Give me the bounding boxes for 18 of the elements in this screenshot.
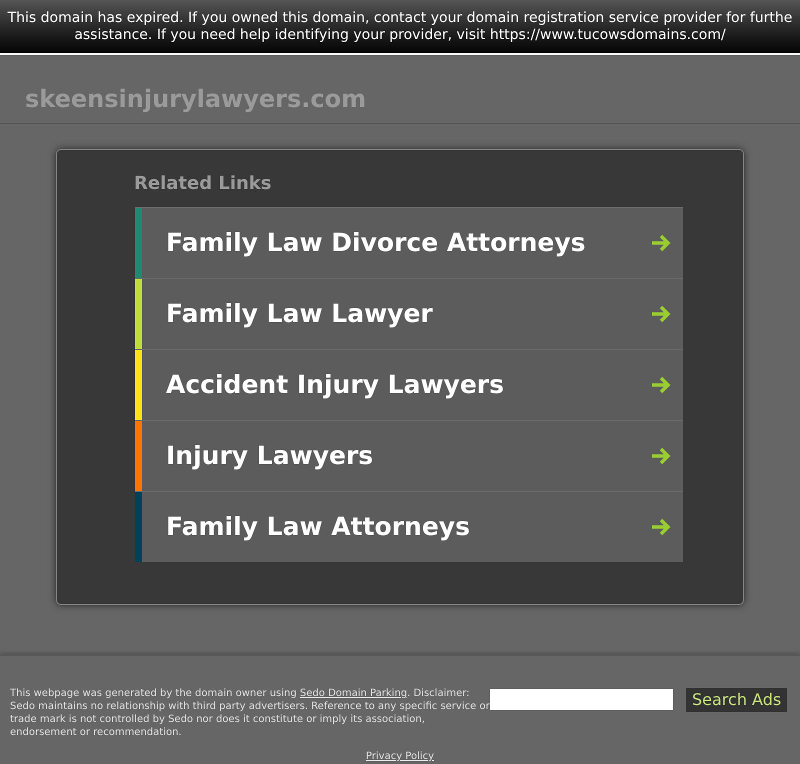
related-link[interactable]: Injury Lawyers xyxy=(135,420,683,491)
related-link[interactable]: Family Law Attorneys xyxy=(135,491,683,562)
arrow-right-icon xyxy=(651,518,671,536)
search-input[interactable] xyxy=(490,689,673,710)
sedo-parking-link[interactable]: Sedo Domain Parking xyxy=(300,688,408,699)
arrow-right-icon xyxy=(651,305,671,323)
related-link[interactable]: Accident Injury Lawyers xyxy=(135,349,683,420)
banner-text: assistance. If you need help identifying your provider, visit https://www.tucowsdomains.com/ xyxy=(74,26,726,44)
arrow-right-icon xyxy=(651,376,671,394)
arrow-right-icon xyxy=(651,234,671,252)
banner-text: This domain has expired. If you owned this domain, contact your domain registration service provider for furthe xyxy=(8,10,792,27)
disclaimer-text: This webpage was generated by the domain owner using Sedo Domain Parking. Disclaimer: Sedo maintains no relationship with third party advertisers. Reference to any specific service or trade mark is not controlled by Sedo nor does it constitute or imply its association, endorsement or recommendation. xyxy=(10,687,490,739)
related-link[interactable]: Family Law Lawyer xyxy=(135,278,683,349)
privacy-policy-link[interactable]: Privacy Policy xyxy=(366,749,434,764)
arrow-right-icon xyxy=(651,447,671,465)
related-links-heading: Related Links xyxy=(134,174,272,194)
search-ads-button[interactable]: Search Ads xyxy=(686,688,788,712)
related-link[interactable]: Family Law Divorce Attorneys xyxy=(135,207,683,278)
